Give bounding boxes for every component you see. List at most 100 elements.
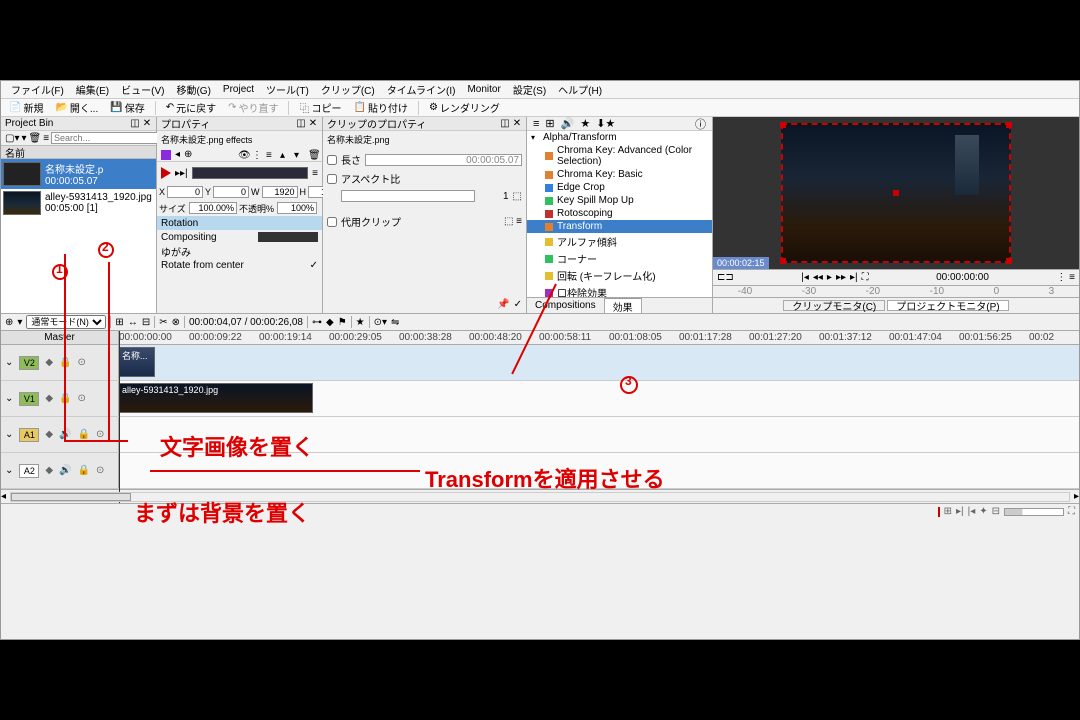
track-lock-icon[interactable]: 🔒 bbox=[59, 393, 71, 404]
track-lane[interactable]: alley-5931413_1920.jpg bbox=[119, 381, 1079, 416]
open-button[interactable]: 📂開く... bbox=[51, 100, 102, 115]
panel-undock-icon[interactable]: ◫ bbox=[296, 119, 306, 129]
keyframe-track[interactable] bbox=[192, 167, 309, 179]
opacity-input[interactable] bbox=[277, 202, 317, 214]
tl-del-icon[interactable]: ⊗ bbox=[172, 317, 180, 328]
play-icon[interactable] bbox=[161, 167, 171, 179]
fx-item[interactable]: Key Spill Mop Up bbox=[527, 194, 712, 207]
kf-menu-icon[interactable]: ≡ bbox=[312, 168, 318, 179]
track-expand-icon[interactable]: ⌄ bbox=[5, 465, 13, 476]
track-target-icon[interactable]: ⊙ bbox=[78, 357, 86, 368]
up-icon[interactable]: ▴ bbox=[280, 150, 290, 160]
w-input[interactable] bbox=[262, 186, 298, 198]
timeline-clip[interactable]: 名称... bbox=[119, 347, 155, 377]
proxy-check[interactable] bbox=[327, 217, 337, 227]
fx-item[interactable]: 口枠除効果 bbox=[527, 284, 712, 297]
track-target-icon[interactable]: ⊙ bbox=[78, 393, 86, 404]
menu-help[interactable]: ヘルプ(H) bbox=[552, 82, 608, 97]
status-fit-icon[interactable]: ⛶ bbox=[1068, 506, 1075, 517]
timeline-hscroll[interactable]: ◂▸ bbox=[1, 489, 1079, 503]
status-icon[interactable]: ▸| bbox=[956, 506, 964, 517]
zoom-slider[interactable] bbox=[1004, 508, 1064, 516]
rotation-row[interactable]: Rotation bbox=[157, 216, 322, 230]
proxy-menu-icon[interactable]: ⬚ ≡ bbox=[504, 216, 522, 227]
track-lock-icon[interactable]: 🔒 bbox=[78, 465, 90, 476]
panel-close-icon[interactable]: ✕ bbox=[142, 119, 152, 129]
menu-clip[interactable]: クリップ(C) bbox=[315, 82, 381, 97]
tab-clip-monitor[interactable]: クリップモニタ(C) bbox=[783, 300, 885, 311]
skip-icon[interactable]: ▸▸| bbox=[175, 168, 188, 179]
menu-icon[interactable]: ≡ bbox=[266, 150, 276, 160]
menu-file[interactable]: ファイル(F) bbox=[5, 82, 70, 97]
tab-effects[interactable]: 効果 bbox=[605, 298, 642, 313]
rfc-row[interactable]: Rotate from center✓ bbox=[157, 258, 322, 272]
apply-icon[interactable]: ✓ bbox=[514, 299, 522, 313]
bin-column-header[interactable]: 名前 bbox=[1, 145, 156, 159]
playhead[interactable] bbox=[119, 331, 120, 503]
pin-icon[interactable]: 📌 bbox=[497, 299, 509, 313]
prev-kf-icon[interactable]: ◂ bbox=[175, 149, 180, 160]
y-input[interactable] bbox=[213, 186, 249, 198]
fx-dl-icon[interactable]: ⬇★ bbox=[596, 117, 615, 130]
menu-move[interactable]: 移動(G) bbox=[170, 82, 216, 97]
mon-start-icon[interactable]: |◂ bbox=[801, 272, 809, 283]
mon-end-icon[interactable]: ▸| bbox=[850, 272, 858, 283]
tl-flag-icon[interactable]: ⚑ bbox=[338, 317, 347, 328]
track-lock-icon[interactable]: 🔒 bbox=[59, 357, 71, 368]
render-button[interactable]: ⚙レンダリング bbox=[425, 100, 504, 115]
tl-cut-icon[interactable]: ✂ bbox=[159, 317, 167, 328]
kf-icon[interactable]: ⋮ bbox=[252, 150, 262, 160]
track-mute-icon[interactable]: ◆ bbox=[45, 465, 53, 476]
menu-timeline[interactable]: タイムライン(I) bbox=[381, 82, 462, 97]
aspect-field[interactable] bbox=[341, 190, 475, 202]
save-button[interactable]: 💾保存 bbox=[106, 100, 148, 115]
status-icon[interactable]: ✦ bbox=[979, 506, 987, 517]
visible-icon[interactable]: 👁 bbox=[238, 150, 248, 160]
menu-edit[interactable]: 編集(E) bbox=[70, 82, 115, 97]
fx-item[interactable]: アルファ傾斜 bbox=[527, 233, 712, 250]
monitor-view[interactable]: 00:00:02:15 bbox=[713, 117, 1079, 269]
bin-folder-icon[interactable]: ▾ bbox=[21, 133, 26, 144]
track-target-icon[interactable]: ⊙ bbox=[96, 429, 104, 440]
effect-color-icon[interactable] bbox=[161, 150, 171, 160]
fx-item[interactable]: Edge Crop bbox=[527, 181, 712, 194]
menu-monitor[interactable]: Monitor bbox=[461, 84, 506, 95]
fx-menu-icon[interactable]: ≡ bbox=[533, 118, 539, 130]
fx-item[interactable]: コーナー bbox=[527, 250, 712, 267]
panel-undock-icon[interactable]: ◫ bbox=[130, 119, 140, 129]
bin-item[interactable]: 名称未設定.p00:00:05.07 bbox=[1, 159, 156, 189]
mon-play-icon[interactable]: ▸ bbox=[827, 272, 832, 283]
mon-zone-icon[interactable]: ⊏⊐ bbox=[717, 272, 734, 283]
paste-button[interactable]: 📋貼り付け bbox=[349, 100, 411, 115]
mon-menu-icon[interactable]: ⋮ ≡ bbox=[1056, 272, 1075, 283]
tl-snap-icon[interactable]: ⊶ bbox=[312, 317, 322, 328]
tab-project-monitor[interactable]: プロジェクトモニタ(P) bbox=[887, 300, 1008, 311]
track-label[interactable]: V2 bbox=[19, 356, 39, 370]
tl-tool3-icon[interactable]: ⊟ bbox=[142, 317, 150, 328]
bin-delete-icon[interactable]: 🗑 bbox=[29, 133, 42, 144]
timeline-clip[interactable]: alley-5931413_1920.jpg bbox=[119, 383, 313, 413]
track-expand-icon[interactable]: ⌄ bbox=[5, 357, 13, 368]
center-icf-icon[interactable]: ⊕ bbox=[184, 149, 192, 160]
bin-search-input[interactable] bbox=[51, 132, 174, 144]
duration-field[interactable]: 00:00:05.07 bbox=[365, 154, 522, 166]
compositing-row[interactable]: Compositing bbox=[157, 230, 322, 244]
redo-button[interactable]: ↷やり直す bbox=[224, 100, 282, 115]
bin-list-icon[interactable]: ≡ bbox=[43, 133, 49, 144]
fx-info-icon[interactable]: ⓘ bbox=[695, 116, 706, 132]
fx-category[interactable]: Alpha/Transform bbox=[527, 131, 712, 144]
panel-close-icon[interactable]: ✕ bbox=[512, 119, 522, 129]
panel-undock-icon[interactable]: ◫ bbox=[500, 119, 510, 129]
duration-check[interactable] bbox=[327, 155, 337, 165]
track-expand-icon[interactable]: ⌄ bbox=[5, 429, 13, 440]
track-mute-icon[interactable]: ◆ bbox=[45, 357, 53, 368]
track-label[interactable]: A1 bbox=[19, 428, 39, 442]
track-vol-icon[interactable]: 🔊 bbox=[59, 429, 71, 440]
track-target-icon[interactable]: ⊙ bbox=[96, 465, 104, 476]
track-vol-icon[interactable]: 🔊 bbox=[59, 465, 71, 476]
tl-tool2-icon[interactable]: ↔ bbox=[128, 317, 138, 328]
tl-star-icon[interactable]: ★ bbox=[356, 317, 365, 328]
track-label[interactable]: V1 bbox=[19, 392, 39, 406]
menu-project[interactable]: Project bbox=[217, 84, 260, 95]
fx-item[interactable]: Transform bbox=[527, 220, 712, 233]
